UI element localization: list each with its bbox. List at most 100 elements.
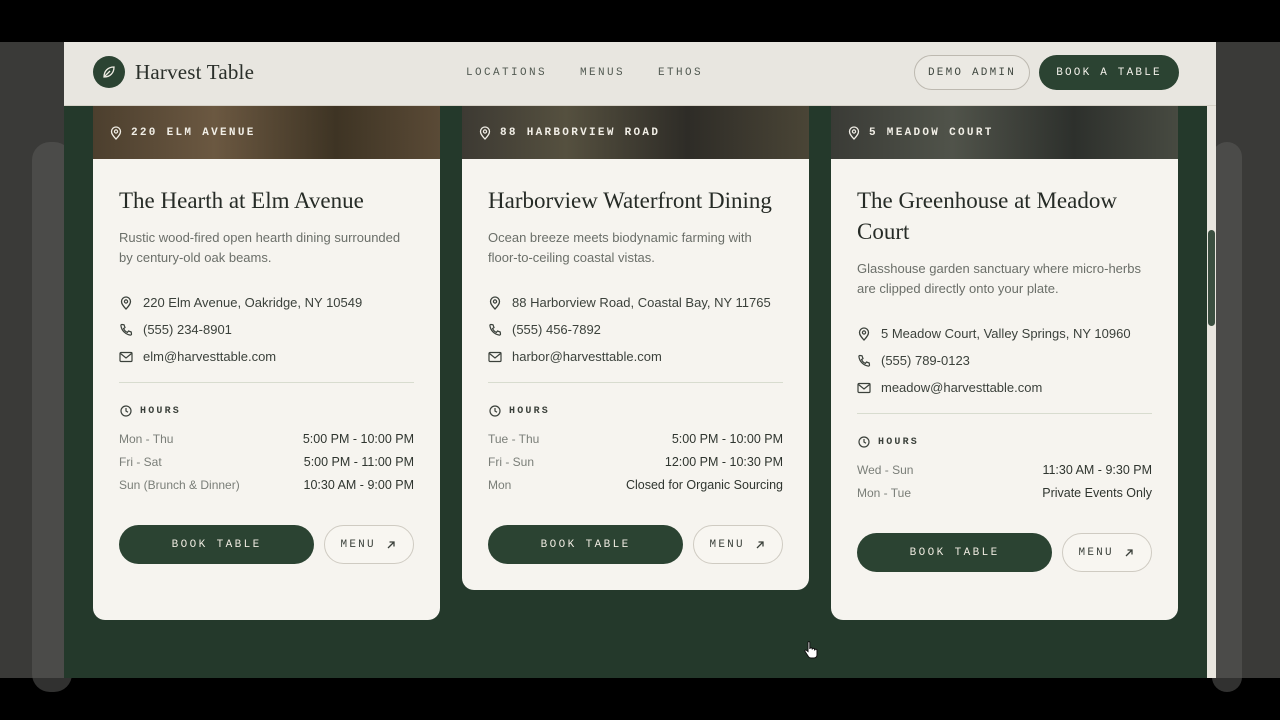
card-actions: BOOK TABLE MENU: [857, 533, 1152, 620]
menu-button[interactable]: MENU: [693, 525, 783, 564]
menu-button[interactable]: MENU: [1062, 533, 1152, 572]
hours-time: 5:00 PM - 10:00 PM: [671, 431, 783, 446]
menu-button-label: MENU: [1078, 546, 1114, 559]
divider: [857, 413, 1152, 414]
phone-icon: [857, 354, 871, 368]
hours-label: HOURS: [509, 405, 551, 417]
map-pin-icon: [478, 125, 492, 140]
brand-link[interactable]: Harvest Table: [93, 56, 254, 88]
scrollbar-thumb[interactable]: [1208, 230, 1215, 326]
map-pin-icon: [847, 125, 861, 140]
nav-link-menus[interactable]: MENUS: [580, 67, 625, 79]
location-title: The Hearth at Elm Avenue: [119, 188, 364, 213]
phone-text: (555) 789-0123: [881, 353, 970, 368]
page-viewport: 220 ELM AVENUE The Hearth at Elm Avenue …: [64, 42, 1216, 678]
divider: [488, 382, 783, 383]
location-card: 88 HARBORVIEW ROAD Harborview Waterfront…: [462, 106, 809, 590]
contact-list: 88 Harborview Road, Coastal Bay, NY 1176…: [488, 289, 783, 370]
hours-row: Mon - Thu 5:00 PM - 10:00 PM: [119, 427, 414, 450]
phone-text: (555) 456-7892: [512, 322, 601, 337]
hours-heading: HOURS: [488, 404, 783, 418]
email-text: meadow@harvesttable.com: [881, 380, 1043, 395]
hours-time: 5:00 PM - 11:00 PM: [303, 454, 414, 469]
hours-day: Mon: [488, 477, 512, 492]
hours-list: Wed - Sun 11:30 AM - 9:30 PM Mon - Tue Pri…: [857, 458, 1152, 504]
book-a-table-button[interactable]: BOOK A TABLE: [1039, 55, 1179, 90]
hand-cursor-icon: [804, 641, 818, 666]
menu-button[interactable]: MENU: [324, 525, 414, 564]
mail-icon: [857, 381, 871, 395]
photo-location-label: 88 HARBORVIEW ROAD: [500, 126, 661, 139]
location-card: 5 MEADOW COURT The Greenhouse at Meadow …: [831, 106, 1178, 620]
hours-row: Mon Closed for Organic Sourcing: [488, 473, 783, 496]
arrow-up-right-icon: [1122, 546, 1136, 560]
phone-text: (555) 234-8901: [143, 322, 232, 337]
nav-link-ethos[interactable]: ETHOS: [658, 67, 703, 79]
hours-row: Wed - Sun 11:30 AM - 9:30 PM: [857, 458, 1152, 481]
book-table-button[interactable]: BOOK TABLE: [119, 525, 315, 564]
address-text: 5 Meadow Court, Valley Springs, NY 10960: [881, 326, 1131, 341]
hours-label: HOURS: [140, 405, 182, 417]
hours-time: 12:00 PM - 10:30 PM: [664, 454, 783, 469]
phone-row[interactable]: (555) 789-0123: [857, 347, 1152, 374]
map-pin-icon: [488, 295, 502, 310]
nav-links: LOCATIONS MENUS ETHOS: [466, 67, 703, 79]
divider: [119, 382, 414, 383]
clock-icon: [488, 404, 502, 418]
email-row[interactable]: harbor@harvesttable.com: [488, 343, 783, 370]
photo-location-label: 220 ELM AVENUE: [131, 126, 256, 139]
mail-icon: [119, 350, 133, 364]
hours-day: Sun (Brunch & Dinner): [119, 477, 240, 492]
email-row[interactable]: elm@harvesttable.com: [119, 343, 414, 370]
brand-name: Harvest Table: [135, 59, 255, 84]
hours-time: 10:30 AM - 9:00 PM: [303, 477, 414, 492]
hours-day: Mon - Thu: [119, 431, 174, 446]
email-row[interactable]: meadow@harvesttable.com: [857, 374, 1152, 401]
hours-heading: HOURS: [119, 404, 414, 418]
photo-location-label: 5 MEADOW COURT: [869, 126, 994, 139]
address-row: 88 Harborview Road, Coastal Bay, NY 1176…: [488, 289, 783, 316]
hours-day: Mon - Tue: [857, 485, 912, 500]
hours-list: Mon - Thu 5:00 PM - 10:00 PM Fri - Sat 5:0…: [119, 427, 414, 496]
mail-icon: [488, 350, 502, 364]
email-text: harbor@harvesttable.com: [512, 349, 662, 364]
map-pin-icon: [109, 125, 123, 140]
hours-time: 5:00 PM - 10:00 PM: [302, 431, 414, 446]
location-title: The Greenhouse at Meadow Court: [857, 188, 1117, 244]
hours-list: Tue - Thu 5:00 PM - 10:00 PM Fri - Sun 12:…: [488, 427, 783, 496]
demo-admin-button[interactable]: DEMO ADMIN: [914, 55, 1030, 90]
address-row: 5 Meadow Court, Valley Springs, NY 10960: [857, 320, 1152, 347]
hours-row: Fri - Sat 5:00 PM - 11:00 PM: [119, 450, 414, 473]
top-navbar: Harvest Table LOCATIONS MENUS ETHOS DEMO…: [64, 42, 1216, 106]
contact-list: 220 Elm Avenue, Oakridge, NY 10549 (555)…: [119, 289, 414, 370]
location-title: Harborview Waterfront Dining: [488, 188, 772, 213]
address-text: 220 Elm Avenue, Oakridge, NY 10549: [143, 295, 363, 310]
card-photo: 88 HARBORVIEW ROAD: [462, 106, 809, 159]
hours-time: 11:30 AM - 9:30 PM: [1042, 462, 1152, 477]
hours-row: Mon - Tue Private Events Only: [857, 481, 1152, 504]
location-description: Ocean breeze meets biodynamic farming wi…: [488, 230, 752, 265]
address-text: 88 Harborview Road, Coastal Bay, NY 1176…: [512, 295, 771, 310]
hours-time: Private Events Only: [1042, 485, 1152, 500]
phone-row[interactable]: (555) 234-8901: [119, 316, 414, 343]
book-table-button[interactable]: BOOK TABLE: [857, 533, 1053, 572]
location-card: 220 ELM AVENUE The Hearth at Elm Avenue …: [93, 106, 440, 620]
phone-row[interactable]: (555) 456-7892: [488, 316, 783, 343]
email-text: elm@harvesttable.com: [143, 349, 277, 364]
arrow-up-right-icon: [384, 538, 398, 552]
hours-row: Tue - Thu 5:00 PM - 10:00 PM: [488, 427, 783, 450]
book-table-button[interactable]: BOOK TABLE: [488, 525, 684, 564]
hours-row: Sun (Brunch & Dinner) 10:30 AM - 9:00 PM: [119, 473, 414, 496]
card-actions: BOOK TABLE MENU: [488, 525, 783, 590]
hours-row: Fri - Sun 12:00 PM - 10:30 PM: [488, 450, 783, 473]
arrow-up-right-icon: [753, 538, 767, 552]
hours-heading: HOURS: [857, 435, 1152, 449]
hours-label: HOURS: [878, 436, 920, 448]
page-scrollbar[interactable]: [1207, 106, 1216, 678]
contact-list: 5 Meadow Court, Valley Springs, NY 10960…: [857, 320, 1152, 401]
phone-icon: [119, 323, 133, 337]
phone-icon: [488, 323, 502, 337]
clock-icon: [119, 404, 133, 418]
menu-button-label: MENU: [340, 538, 376, 551]
nav-link-locations[interactable]: LOCATIONS: [466, 67, 547, 79]
